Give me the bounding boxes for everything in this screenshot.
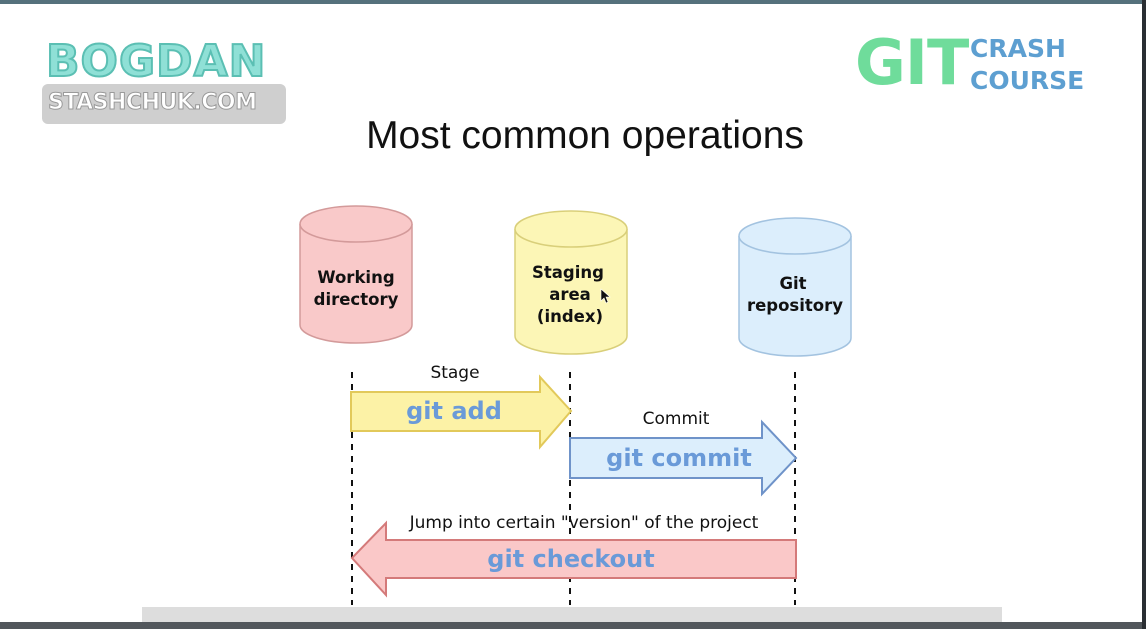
cylinder-label-line: directory	[314, 290, 399, 309]
command-git-commit: git commit	[606, 444, 752, 472]
horizontal-scrollbar[interactable]	[142, 607, 1002, 622]
arrow-git-add: Stage git add	[350, 363, 573, 450]
cylinder-label-line: Git	[779, 274, 806, 293]
cylinder-label-line: Working	[317, 268, 394, 287]
cylinder-label-line: repository	[747, 296, 843, 315]
cylinder-staging-area: Staging area (index)	[514, 210, 628, 355]
window-bottom-border	[0, 622, 1146, 629]
command-git-add: git add	[406, 397, 502, 425]
cylinder-working-directory: Working directory	[299, 205, 413, 344]
cylinder-label-line: (index)	[537, 307, 603, 326]
operation-label-commit: Commit	[643, 409, 710, 429]
cylinder-label-line: Staging	[532, 263, 604, 282]
arrow-git-checkout: Jump into certain "version" of the proje…	[350, 513, 797, 598]
cylinder-label-line: area	[549, 285, 591, 304]
arrow-git-commit: Commit git commit	[569, 409, 798, 497]
window-right-border	[1142, 0, 1146, 629]
command-git-checkout: git checkout	[487, 545, 654, 573]
operation-label-jump: Jump into certain "version" of the proje…	[409, 513, 759, 533]
operation-label-stage: Stage	[430, 363, 479, 383]
cylinder-git-repository: Git repository	[738, 217, 852, 357]
git-operations-diagram: Working directory Staging area (index) G…	[299, 205, 852, 605]
